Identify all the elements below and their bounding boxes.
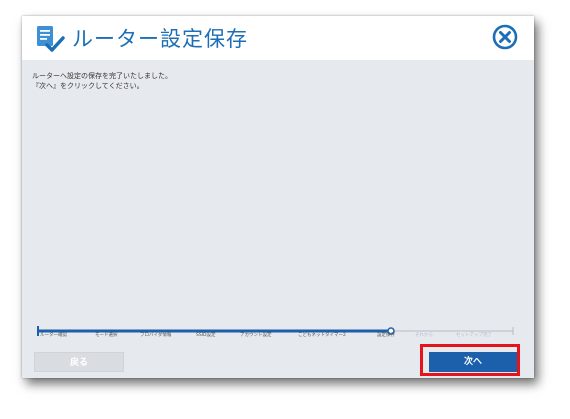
step-provider-info: プロバイダ情報	[140, 333, 172, 338]
step-next: それから	[415, 333, 433, 338]
back-button[interactable]: 戻る	[34, 352, 124, 372]
step-labels: ルーター確認 モード選択 プロバイダ情報 SSID設定 アカウント設定 こどもネ…	[22, 332, 534, 342]
step-ssid-settings: SSID設定	[196, 333, 216, 338]
dialog-header: ルーター設定保存	[22, 16, 534, 60]
step-mode-select: モード選択	[95, 333, 118, 338]
message-line-2: 『次へ』をクリックしてください。	[32, 82, 144, 90]
close-icon[interactable]	[492, 24, 518, 50]
router-settings-dialog: ルーター設定保存 ルーターへ設定の保存を完了いたしました。 『次へ』をクリックし…	[22, 16, 534, 378]
checklist-icon	[37, 26, 65, 52]
status-message: ルーターへ設定の保存を完了いたしました。 『次へ』をクリックしてください。	[32, 71, 172, 91]
message-line-1: ルーターへ設定の保存を完了いたしました。	[32, 72, 172, 80]
step-setup-complete: セットアップ完了	[456, 333, 492, 338]
dialog-title: ルーター設定保存	[72, 27, 248, 51]
step-kids-net-timer: こどもネットタイマー2	[298, 333, 346, 338]
step-save-settings: 設定保存	[377, 333, 395, 338]
step-account-settings: アカウント設定	[240, 333, 272, 338]
next-button-highlight	[420, 344, 520, 376]
step-router-check: ルーター確認	[40, 333, 67, 338]
